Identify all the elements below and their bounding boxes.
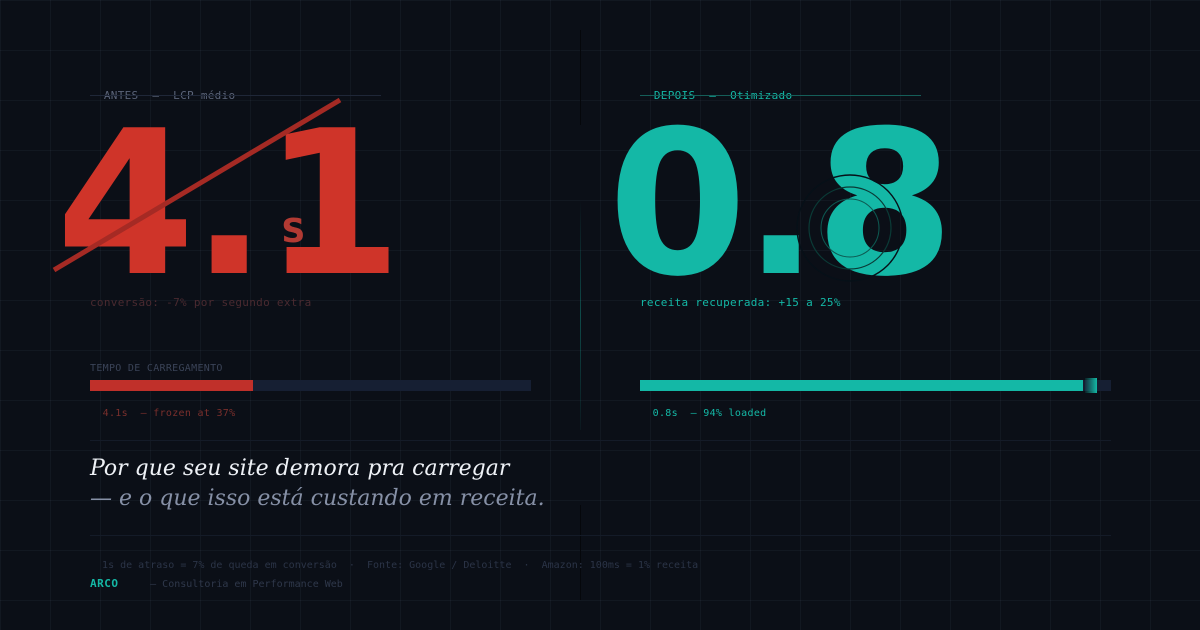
footer-divider xyxy=(90,535,1111,536)
footer-dot-1: · xyxy=(348,560,355,571)
target-rings-icon xyxy=(796,174,904,282)
headline-line-2: — e o que isso está custando em receita. xyxy=(90,486,545,511)
footer-brand-row: ARCO — Consultoria em Performance Web xyxy=(90,572,343,591)
after-progress-fill xyxy=(640,380,1083,391)
footer-stat-1: 1s de atraso = 7% de queda em conversão xyxy=(102,560,337,571)
headline-line-1: Por que seu site demora pra carregar xyxy=(90,456,510,481)
before-progress-fill xyxy=(90,380,254,391)
center-divider-mid xyxy=(580,200,581,430)
after-caption: receita recuperada: +15 a 25% xyxy=(640,296,841,309)
footer-stat-3: Amazon: 100ms = 1% receita xyxy=(541,560,699,571)
center-divider-top xyxy=(580,30,581,125)
before-progress-track xyxy=(90,380,531,391)
load-section-title: TEMPO DE CARREGAMENTO xyxy=(90,363,223,374)
brand-name: ARCO xyxy=(90,577,119,590)
brand-tagline: — Consultoria em Performance Web xyxy=(150,579,343,590)
after-progress-glow xyxy=(1084,378,1097,393)
before-progress-note: — frozen at 37% xyxy=(140,408,236,419)
footer-stat-2: Fonte: Google / Deloitte xyxy=(366,560,512,571)
before-caption: conversão: -7% por segundo extra xyxy=(90,296,312,309)
after-progress-caption: 0.8s — 94% loaded xyxy=(640,397,767,419)
before-progress-caption: 4.1s — frozen at 37% xyxy=(90,397,235,419)
after-progress-time: 0.8s xyxy=(652,408,678,419)
before-progress-time: 4.1s xyxy=(102,408,128,419)
after-progress-track xyxy=(640,380,1111,391)
strike-through-line xyxy=(52,97,342,273)
footer-stats: 1s de atraso = 7% de queda em conversão … xyxy=(90,549,698,571)
footer-dot-2: · xyxy=(523,560,530,571)
after-progress-note: — 94% loaded xyxy=(690,408,767,419)
section-divider xyxy=(90,440,1111,441)
